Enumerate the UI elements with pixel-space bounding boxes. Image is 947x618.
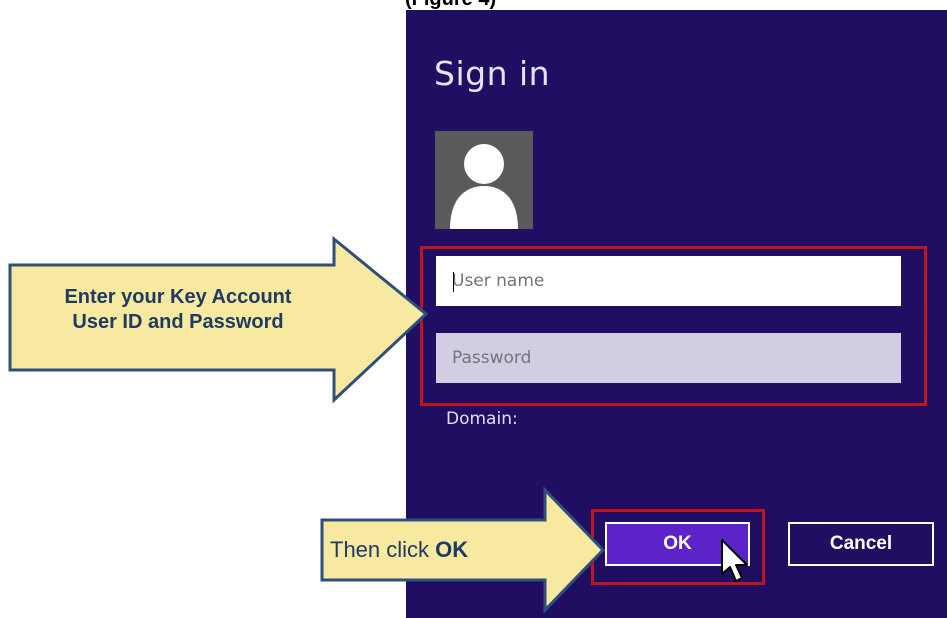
callout-line1: Enter your Key Account [64, 286, 292, 308]
mouse-pointer-icon [721, 539, 748, 582]
click-callout-prefix: Then click [330, 537, 436, 562]
callout-line2: User ID and Password [72, 311, 284, 333]
click-callout-text: Then click OK [330, 537, 540, 562]
click-callout-bold: OK [435, 537, 469, 562]
credentials-callout-text: Enter your Key Account User ID and Passw… [18, 285, 338, 335]
